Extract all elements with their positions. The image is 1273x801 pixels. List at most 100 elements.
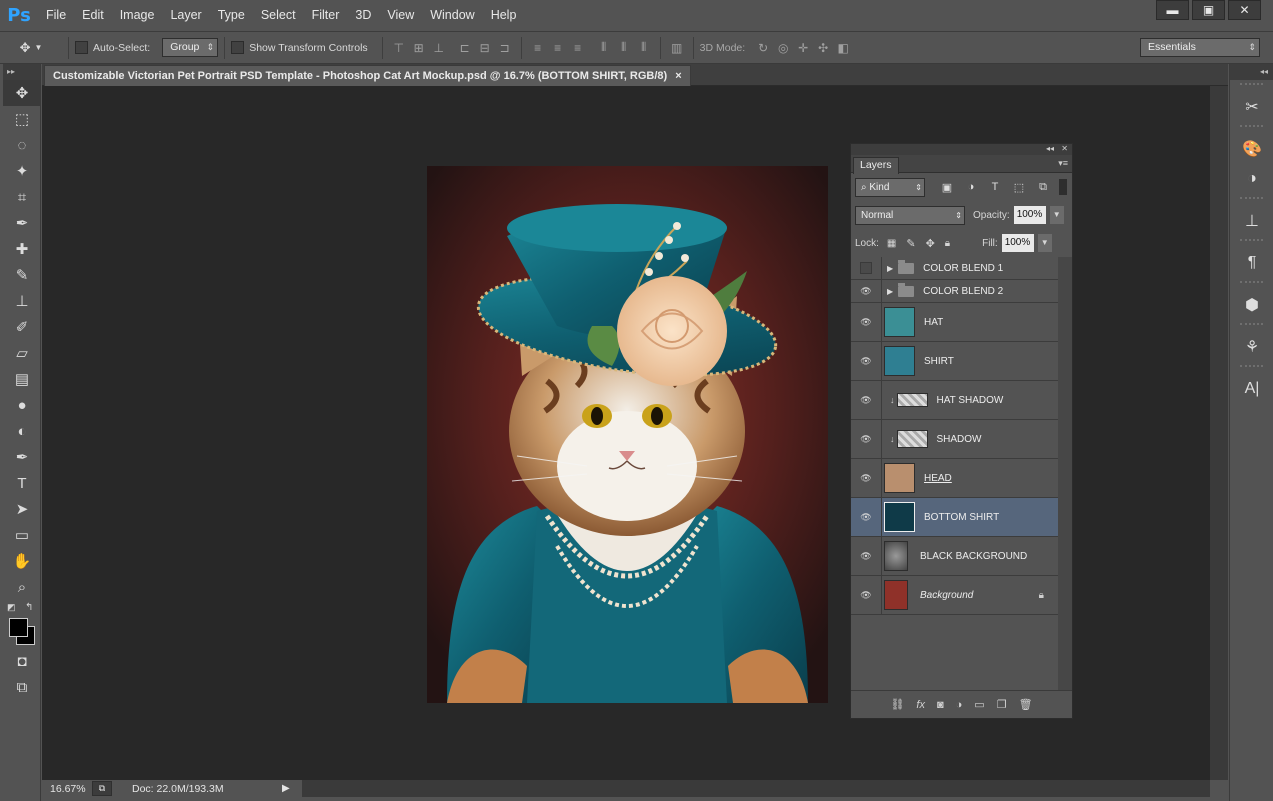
auto-align-icon[interactable]: ▥ bbox=[667, 38, 687, 58]
distribute-top-icon[interactable]: ≡ bbox=[528, 38, 548, 58]
swap-colors-icon[interactable]: ↰ bbox=[25, 602, 33, 613]
eye-icon[interactable]: 👁︎ bbox=[851, 537, 882, 575]
filter-adjustment-icon[interactable]: ◑ bbox=[961, 181, 981, 193]
quick-mask-icon[interactable]: ◘ bbox=[3, 648, 41, 674]
close-button[interactable]: ✕ bbox=[1228, 0, 1261, 20]
horizontal-scrollbar[interactable] bbox=[266, 780, 1210, 797]
dock-grip[interactable] bbox=[1240, 365, 1263, 371]
3d-slide-icon[interactable]: ✣ bbox=[813, 38, 833, 58]
eye-icon[interactable]: 👁︎ bbox=[851, 303, 882, 341]
align-left-icon[interactable]: ⊏ bbox=[455, 38, 475, 58]
new-adjustment-icon[interactable]: ◑ bbox=[956, 699, 963, 711]
gradient-tool-icon[interactable]: ▤ bbox=[3, 366, 41, 392]
filter-shape-icon[interactable]: ⬚ bbox=[1009, 181, 1029, 194]
workspace-dropdown[interactable]: Essentials bbox=[1140, 38, 1260, 57]
paragraph-icon[interactable]: ¶ bbox=[1230, 248, 1273, 278]
layer-row[interactable]: 👁︎ SHIRT bbox=[851, 342, 1058, 381]
filter-kind-dropdown[interactable]: ⌕ Kind bbox=[855, 177, 925, 197]
layer-row[interactable]: 👁︎ ↓ HAT SHADOW bbox=[851, 381, 1058, 420]
document-tab-close-icon[interactable]: × bbox=[675, 66, 681, 86]
vertical-scrollbar[interactable] bbox=[1210, 86, 1228, 780]
brush-tool-icon[interactable]: ✎ bbox=[3, 262, 41, 288]
color-palette-icon[interactable]: 🎨 bbox=[1230, 134, 1273, 164]
auto-select-checkbox[interactable] bbox=[75, 41, 88, 54]
align-bottom-icon[interactable]: ⊥ bbox=[429, 38, 449, 58]
foreground-color-swatch[interactable] bbox=[9, 618, 28, 637]
hand-tool-icon[interactable]: ✋ bbox=[3, 548, 41, 574]
panel-menu-icon[interactable]: ▾≡ bbox=[1058, 158, 1068, 169]
layer-row[interactable]: 👁︎ HAT bbox=[851, 303, 1058, 342]
align-vcenter-icon[interactable]: ⊞ bbox=[409, 38, 429, 58]
lock-image-icon[interactable]: ✎ bbox=[906, 237, 915, 250]
clone-stamp-tool-icon[interactable]: ⊥ bbox=[3, 288, 41, 314]
collapse-icon[interactable]: ◂◂ bbox=[1230, 64, 1273, 80]
close-icon[interactable]: ✕ bbox=[1061, 144, 1068, 153]
layer-row[interactable]: 👁︎ BOTTOM SHIRT bbox=[851, 498, 1058, 537]
blur-tool-icon[interactable]: ● bbox=[3, 392, 41, 418]
align-hcenter-icon[interactable]: ⊟ bbox=[475, 38, 495, 58]
eye-icon[interactable]: 👁︎ bbox=[851, 459, 882, 497]
maximize-button[interactable]: ▣ bbox=[1192, 0, 1225, 20]
menu-3d[interactable]: 3D bbox=[347, 0, 379, 31]
layer-row[interactable]: 👁︎ ▶ COLOR BLEND 2 bbox=[851, 280, 1058, 303]
layers-scrollbar[interactable] bbox=[1058, 257, 1072, 691]
lock-all-icon[interactable]: 🔒︎ bbox=[945, 238, 950, 249]
transform-controls-checkbox[interactable] bbox=[231, 41, 245, 54]
add-mask-icon[interactable]: ◙ bbox=[937, 699, 944, 711]
lock-transparent-icon[interactable]: ▦ bbox=[887, 238, 896, 249]
delete-layer-icon[interactable]: 🗑︎ bbox=[1019, 698, 1033, 711]
history-brush-tool-icon[interactable]: ✐ bbox=[3, 314, 41, 340]
layer-row[interactable]: 👁︎ BLACK BACKGROUND bbox=[851, 537, 1058, 576]
filter-smart-object-icon[interactable]: ⧉ bbox=[1033, 181, 1053, 194]
move-tool-preset[interactable]: ✥ ▼ bbox=[0, 40, 62, 56]
eye-icon[interactable]: 👁︎ bbox=[851, 420, 882, 458]
filter-type-icon[interactable]: T bbox=[985, 181, 1005, 193]
3d-scale-icon[interactable]: ◧ bbox=[833, 38, 853, 58]
new-group-icon[interactable]: ▭ bbox=[974, 698, 984, 711]
distribute-hcenter-icon[interactable]: ⦀ bbox=[614, 38, 634, 58]
opacity-input[interactable]: 100% bbox=[1013, 206, 1046, 224]
layer-row[interactable]: 👁︎ ↓ SHADOW bbox=[851, 420, 1058, 459]
lock-position-icon[interactable]: ✥ bbox=[926, 237, 935, 250]
move-tool-icon[interactable]: ✥ bbox=[3, 80, 41, 106]
minimize-button[interactable]: ▬ bbox=[1156, 0, 1189, 20]
visibility-toggle[interactable] bbox=[851, 257, 882, 279]
pen-tool-icon[interactable]: ✒ bbox=[3, 444, 41, 470]
distribute-left-icon[interactable]: ⦀ bbox=[594, 38, 614, 58]
dock-grip[interactable] bbox=[1240, 197, 1263, 203]
dock-grip[interactable] bbox=[1240, 323, 1263, 329]
menu-type[interactable]: Type bbox=[210, 0, 253, 31]
align-right-icon[interactable]: ⊐ bbox=[495, 38, 515, 58]
eye-icon[interactable]: 👁︎ bbox=[851, 576, 882, 614]
distribute-right-icon[interactable]: ⦀ bbox=[634, 38, 654, 58]
filter-pixel-icon[interactable]: ▣ bbox=[937, 181, 957, 194]
distribute-vcenter-icon[interactable]: ≡ bbox=[548, 38, 568, 58]
adjustments-icon[interactable]: ◑ bbox=[1230, 164, 1273, 194]
expand-arrow-icon[interactable]: ▶ bbox=[887, 287, 893, 296]
shape-tool-icon[interactable]: ▭ bbox=[3, 522, 41, 548]
dock-grip[interactable] bbox=[1240, 281, 1263, 287]
distribute-bottom-icon[interactable]: ≡ bbox=[568, 38, 588, 58]
fx-icon[interactable]: fx bbox=[916, 699, 925, 711]
eraser-tool-icon[interactable]: ▱ bbox=[3, 340, 41, 366]
fill-input[interactable]: 100% bbox=[1001, 234, 1034, 252]
status-info-icon[interactable]: ⧉ bbox=[92, 781, 112, 796]
eyedropper-tool-icon[interactable]: ✒ bbox=[3, 210, 41, 236]
tab-layers[interactable]: Layers bbox=[853, 157, 899, 174]
magic-wand-tool-icon[interactable]: ✦ bbox=[3, 158, 41, 184]
collapse-icon[interactable]: ▸▸ bbox=[3, 64, 40, 80]
tools-preset-icon[interactable]: ✂ bbox=[1230, 92, 1273, 122]
screen-mode-icon[interactable]: ⧉ bbox=[3, 674, 41, 700]
align-top-icon[interactable]: ⊤ bbox=[389, 38, 409, 58]
menu-edit[interactable]: Edit bbox=[74, 0, 112, 31]
3d-pan-icon[interactable]: ✛ bbox=[793, 38, 813, 58]
eye-icon[interactable]: 👁︎ bbox=[851, 381, 882, 419]
path-selection-tool-icon[interactable]: ➤ bbox=[3, 496, 41, 522]
status-menu-arrow-icon[interactable]: ▶ bbox=[282, 783, 290, 794]
eye-icon[interactable]: 👁︎ bbox=[851, 280, 882, 302]
default-colors-icon[interactable]: ◩ bbox=[7, 602, 16, 613]
menu-image[interactable]: Image bbox=[112, 0, 163, 31]
type-tool-icon[interactable]: T bbox=[3, 470, 41, 496]
collapse-icon[interactable]: ◂◂ bbox=[1046, 144, 1054, 153]
layer-row[interactable]: 👁︎ HEAD bbox=[851, 459, 1058, 498]
